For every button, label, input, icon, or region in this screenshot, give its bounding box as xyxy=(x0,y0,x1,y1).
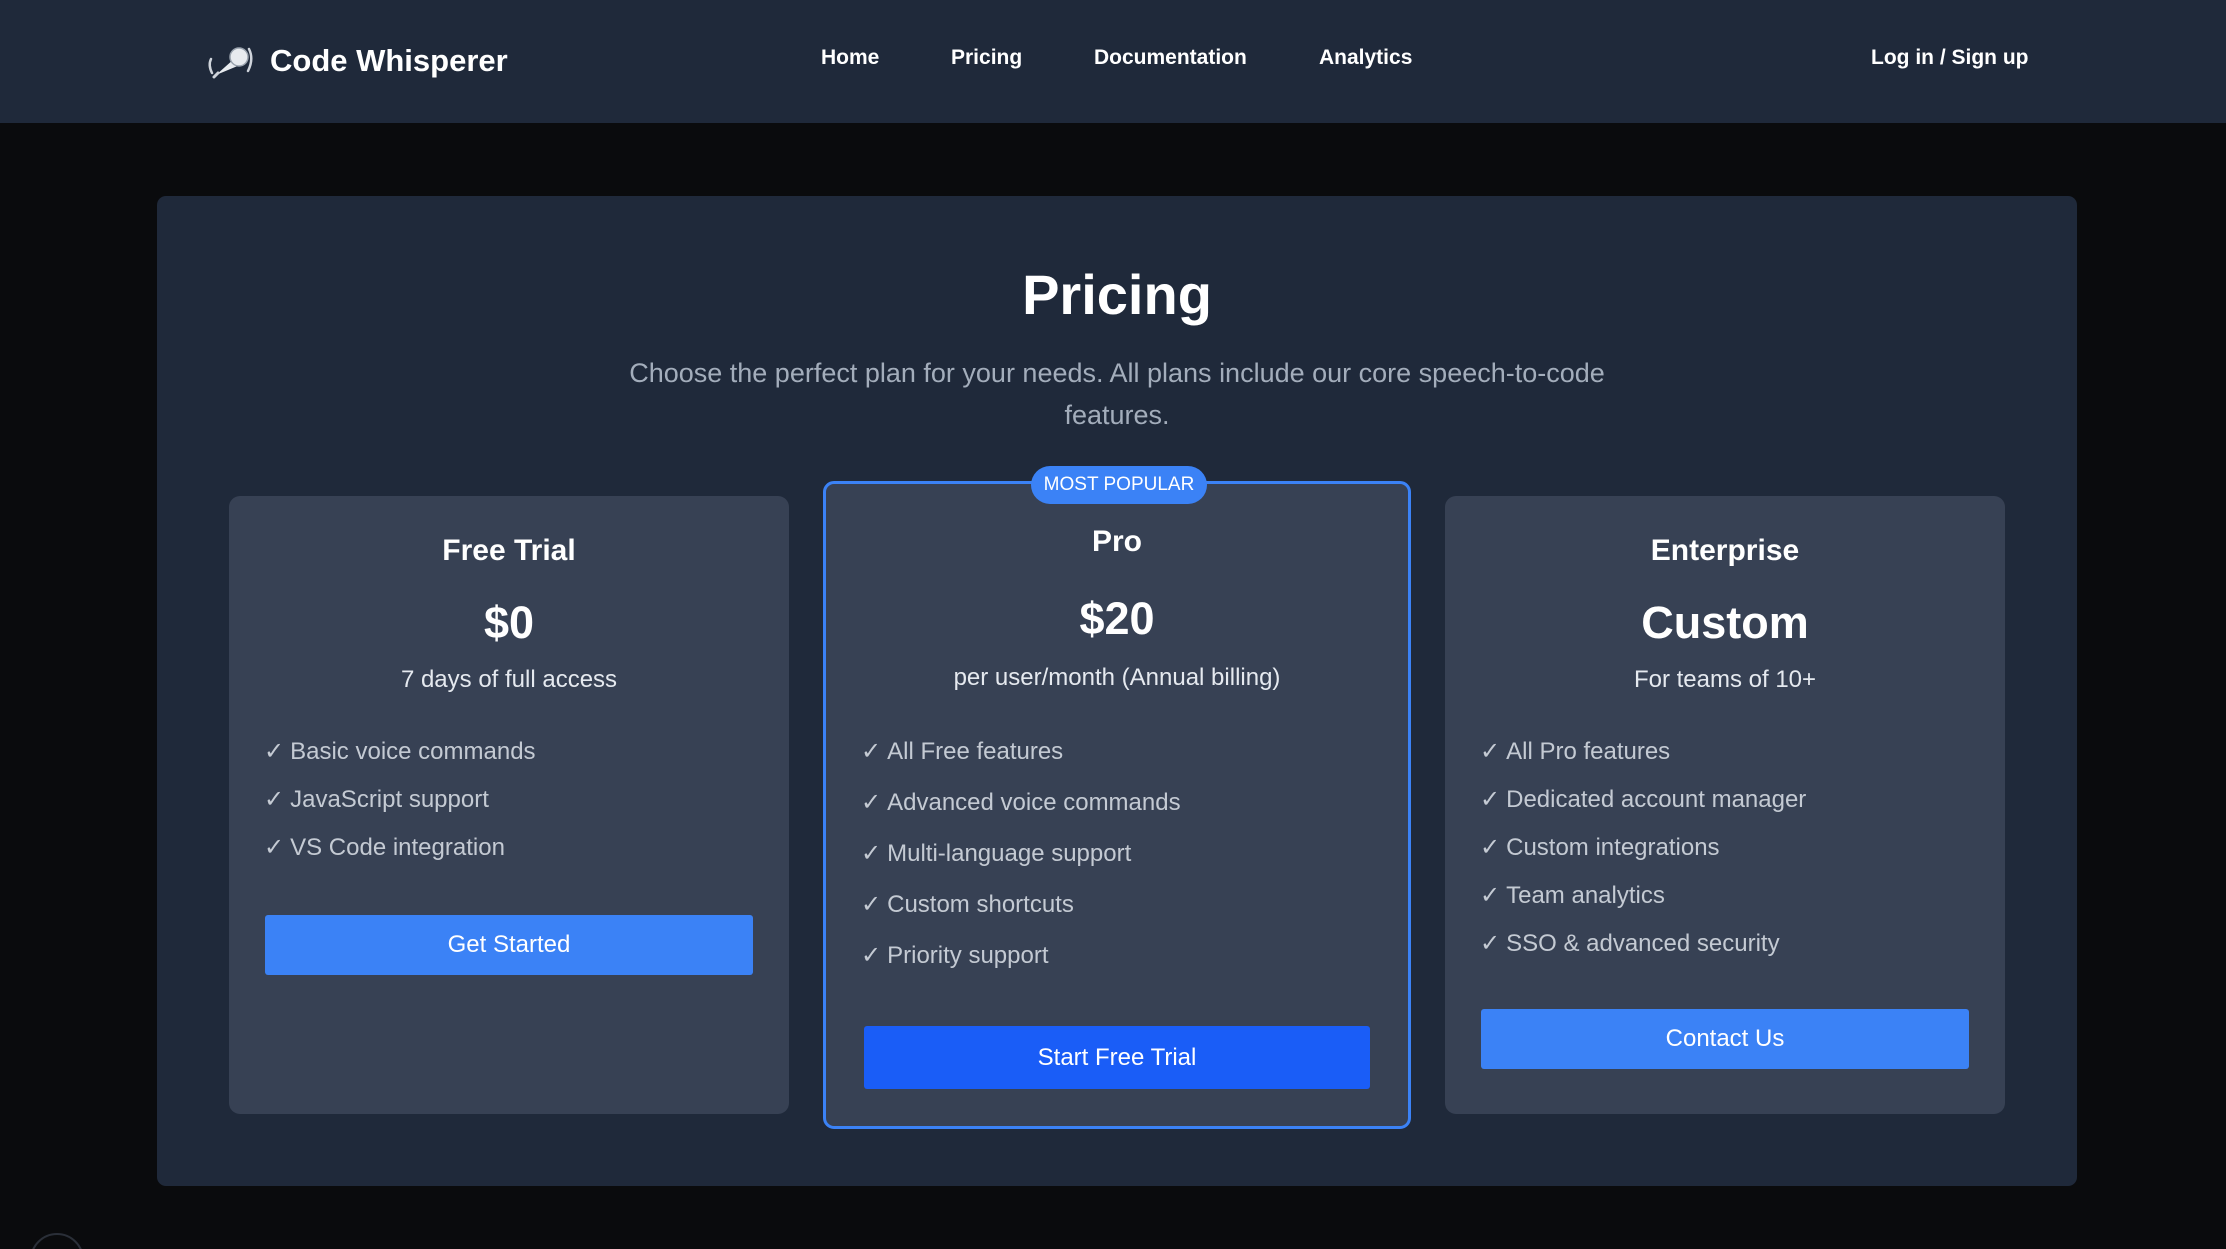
plan-price: Custom xyxy=(1641,597,1809,648)
check-icon: ✓ xyxy=(1480,786,1501,813)
check-icon: ✓ xyxy=(1480,738,1501,765)
plan-card-free-trial: Free Trial $0 7 days of full access ✓ Bas… xyxy=(229,496,789,1114)
top-navbar: Code Whisperer Home Pricing Documentatio… xyxy=(0,0,2226,123)
plan-price: $0 xyxy=(483,597,535,648)
feature-item: ✓ VS Code integration xyxy=(264,834,505,861)
check-icon: ✓ xyxy=(1480,930,1501,957)
get-started-button[interactable]: Get Started xyxy=(265,915,753,975)
feature-list: ✓ Basic voice commands ✓ JavaScript suppor… xyxy=(264,737,536,881)
plan-description: For teams of 10+ xyxy=(1633,666,1817,693)
plan-name: Enterprise xyxy=(1650,534,1800,567)
feature-list: ✓ All Free features ✓ Advanced voice comma… xyxy=(861,737,1181,992)
plan-price: $20 xyxy=(1079,593,1155,644)
plan-name: Free Trial xyxy=(442,534,576,567)
floating-corner-button[interactable] xyxy=(30,1233,84,1249)
feature-item: ✓ All Pro features xyxy=(1480,738,1671,765)
login-signup-link[interactable]: Log in / Sign up xyxy=(1871,46,2028,70)
start-free-trial-button[interactable]: Start Free Trial xyxy=(864,1026,1370,1089)
plan-card-enterprise: Enterprise Custom For teams of 10+ ✓ All … xyxy=(1445,496,2005,1114)
brand-home-link[interactable]: Code Whisperer xyxy=(204,36,508,86)
check-icon: ✓ xyxy=(1480,882,1501,909)
page-title: Pricing xyxy=(1022,263,1212,326)
feature-list: ✓ All Pro features ✓ Dedicated account man… xyxy=(1480,737,1806,977)
feature-item: ✓ Team analytics xyxy=(1480,882,1665,909)
check-icon: ✓ xyxy=(264,738,285,765)
nav-link-home[interactable]: Home xyxy=(821,46,879,70)
check-icon: ✓ xyxy=(861,738,882,765)
feature-item: ✓ Custom shortcuts xyxy=(861,891,1074,918)
feature-item: ✓ Custom integrations xyxy=(1480,834,1720,861)
pricing-section: Pricing Choose the perfect plan for your… xyxy=(157,196,2077,1186)
plan-description: 7 days of full access xyxy=(400,666,618,693)
contact-us-button[interactable]: Contact Us xyxy=(1481,1009,1969,1069)
feature-item: ✓ All Free features xyxy=(861,738,1064,765)
feature-item: ✓ Advanced voice commands xyxy=(861,789,1181,816)
feature-item: ✓ Dedicated account manager xyxy=(1480,786,1807,813)
feature-item: ✓ Basic voice commands xyxy=(264,738,536,765)
nav-link-pricing[interactable]: Pricing xyxy=(951,46,1022,70)
page-subtitle: Choose the perfect plan for your needs. … xyxy=(629,358,1605,430)
check-icon: ✓ xyxy=(861,840,882,867)
nav-link-analytics[interactable]: Analytics xyxy=(1319,46,1412,70)
most-popular-badge: MOST POPULAR xyxy=(1031,466,1207,504)
feature-item: ✓ JavaScript support xyxy=(264,786,489,813)
feature-item: ✓ SSO & advanced security xyxy=(1480,930,1780,957)
plan-card-pro: MOST POPULAR Pro $20 per user/month (Ann… xyxy=(823,466,1411,1129)
check-icon: ✓ xyxy=(861,789,882,816)
plan-name: Pro xyxy=(1091,525,1142,558)
check-icon: ✓ xyxy=(861,891,882,918)
microphone-icon xyxy=(208,47,253,79)
plan-description: per user/month (Annual billing) xyxy=(953,664,1281,691)
check-icon: ✓ xyxy=(1480,834,1501,861)
nav-link-documentation[interactable]: Documentation xyxy=(1094,46,1247,70)
brand-name: Code Whisperer xyxy=(270,43,508,78)
check-icon: ✓ xyxy=(264,834,285,861)
check-icon: ✓ xyxy=(264,786,285,813)
feature-item: ✓ Multi-language support xyxy=(861,840,1132,867)
feature-item: ✓ Priority support xyxy=(861,942,1049,969)
check-icon: ✓ xyxy=(861,942,882,969)
